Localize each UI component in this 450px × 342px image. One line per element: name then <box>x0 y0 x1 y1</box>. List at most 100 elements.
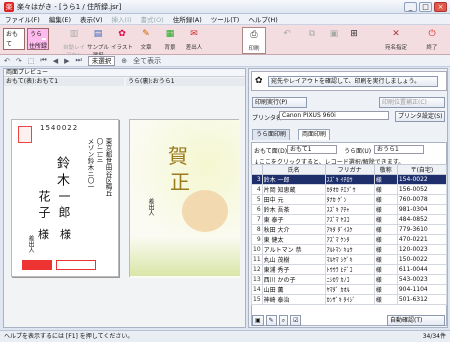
table-row[interactable]: 14 山田 薫ﾔﾏﾀﾞ ｶｵﾙ様 904-1104 <box>251 284 448 295</box>
auto-layout-tool[interactable]: ▥自動レイアウト <box>62 27 86 59</box>
undo-tool[interactable]: ↶ <box>275 27 299 54</box>
print-tool[interactable]: ⎙ 印刷 <box>242 27 266 54</box>
table-row[interactable]: 4 片岡 知恵蔵 ｶﾀｵｶ ﾁｴｿﾞｳ様 156-0052 <box>251 184 448 195</box>
sample-icon: ▤ <box>93 29 103 39</box>
front-postcard[interactable]: 1540022 東京都世田谷区梅丘 〇-二-三 メゾン鈴木ニ〇一 鈴 木 一 郎 花… <box>11 119 119 277</box>
select-icon[interactable]: ⬚ <box>28 57 35 65</box>
omote-select[interactable]: おもて1 <box>287 145 337 154</box>
show-all-label[interactable]: 全て表示 <box>133 56 161 66</box>
row-name: 神崎 泰治 <box>261 294 326 305</box>
table-row[interactable]: 13 西川 かの子 ﾆｼｶﾜ ｶﾉｺ様 543-0023 <box>251 274 448 285</box>
undo-icon[interactable]: ↶ <box>4 57 10 65</box>
row-kana: ｱｽﾞﾏ ｹﾝﾀ <box>324 234 375 245</box>
table-row[interactable]: 10 アルトマン 恭ｱﾙﾄﾏﾝ ｷｮｳ様 120-0023 <box>251 244 448 255</box>
tab-both-print[interactable]: 両面印刷 <box>298 129 331 140</box>
menu-edit[interactable]: 編集(E) <box>49 14 71 24</box>
col-header-name[interactable]: 氏名 <box>261 164 326 175</box>
background-tool[interactable]: ▦ 背景 <box>158 27 182 54</box>
paste-icon: ▣ <box>329 29 339 39</box>
address-table: 氏名 フリガナ 敬称 〒(自宅) 3 鈴木 一郎 ｽｽﾞｷ ｲﾁﾛｳ様 154-002… <box>251 164 448 305</box>
maximize-button[interactable]: □ <box>419 2 432 12</box>
record-count: 34/34件 <box>422 333 446 340</box>
last-page-icon[interactable]: ⏭ <box>75 56 81 65</box>
redo-icon[interactable]: ↷ <box>16 57 22 65</box>
col-header-zip[interactable]: 〒(自宅) <box>396 164 448 175</box>
edit-record-icon[interactable]: ✎ <box>265 315 277 326</box>
honorific-2: 様 <box>38 228 49 241</box>
menu-help[interactable]: ヘルプ(H) <box>248 14 277 24</box>
illust-tool[interactable]: ✿ イラスト <box>110 27 134 54</box>
row-honorific: 様 <box>373 174 398 185</box>
first-page-icon[interactable]: ⏮ <box>40 56 46 65</box>
select-all-icon[interactable]: ☑ <box>290 315 302 326</box>
table-row[interactable]: 8 秋田 大介 ｱｷﾀ ﾀﾞｲｽｹ様 779-3610 <box>251 224 448 235</box>
back-label: うら(裏):おうら1 <box>126 78 245 86</box>
close-button[interactable]: × <box>434 2 447 12</box>
sender-tool[interactable]: ✉ 差出人 <box>182 27 206 54</box>
search-record-icon[interactable]: ⌕ <box>278 315 289 326</box>
row-zip: 543-0023 <box>396 274 448 285</box>
printer-field[interactable]: Canon PIXUS 960i <box>279 111 389 120</box>
row-zip: 611-0044 <box>396 264 448 275</box>
table-row[interactable]: 7東 泰子 ｱｽﾞﾏ ﾔｽｺ様 484-0852 <box>251 214 448 225</box>
row-number: 4 <box>251 184 263 195</box>
menu-file[interactable]: ファイル(F) <box>5 14 40 24</box>
table-row[interactable]: 12 東浦 秀子 ﾄｳｳﾗ ﾋﾃﾞｺ様 611-0044 <box>251 264 448 275</box>
col-header-honorific[interactable]: 敬称 <box>373 164 398 175</box>
prev-page-icon[interactable]: ◀ <box>53 57 58 65</box>
table-row[interactable]: 15 神崎 泰治 ｶﾝｻﾞｷ ﾀｲｼﾞ様 501-6312 <box>251 294 448 305</box>
menu-view[interactable]: 表示(V) <box>80 14 103 24</box>
background-icon: ▦ <box>165 29 175 39</box>
table-row[interactable]: 11 丸山 茂樹 ﾏﾙﾔﾏ ｼｹﾞｷ様 150-0022 <box>251 254 448 265</box>
row-kana: ｽｽﾞｷ ｲﾁﾛｳ <box>324 174 375 185</box>
row-kana: ｽｽﾞｷ ｱﾁｬ <box>324 204 375 215</box>
row-zip: 904-1104 <box>396 284 448 295</box>
row-honorific: 様 <box>373 274 398 285</box>
col-header-kana[interactable]: フリガナ <box>324 164 375 175</box>
printer-setup-label: プリンタ設定(S) <box>398 113 443 120</box>
text-tool[interactable]: ✎ 文章 <box>134 27 158 54</box>
sample-select-tool[interactable]: ▤サンプル選択 <box>86 27 110 59</box>
print-position-button[interactable]: 印刷位置補正(C) <box>379 97 445 108</box>
menu-format[interactable]: 書式(O) <box>141 14 164 24</box>
row-zip: 981-0304 <box>396 204 448 215</box>
auto-confirm-button[interactable]: 自動確認(T) <box>387 315 445 326</box>
exit-tool[interactable]: ⏻ 終了 <box>420 27 444 54</box>
print-execute-button[interactable]: 印刷実行(P) <box>252 97 307 108</box>
print-position-label: 印刷位置補正(C) <box>382 99 427 106</box>
menu-address-book[interactable]: 住所録(A) <box>173 14 202 24</box>
table-row[interactable]: 9東 健太 ｱｽﾞﾏ ｹﾝﾀ様 470-0221 <box>251 234 448 245</box>
back-postcard[interactable]: 賀 正 差出人 <box>129 119 240 278</box>
hint-box: ✿ 宛先やレイアウトを確認して、印刷を実行しましょう。 <box>251 71 447 91</box>
table-row[interactable]: 5 田中 元ﾀﾅｶ ｹﾞﾝ様 760-0078 <box>251 194 448 205</box>
sender-label: 差出人 <box>27 235 34 253</box>
ura-label: うら <box>30 31 43 38</box>
menu-tools[interactable]: ツール(T) <box>211 14 240 24</box>
table-row[interactable]: 3 鈴木 一郎 ｽｽﾞｷ ｲﾁﾛｳ様 154-0022 <box>251 174 448 185</box>
back-sender-label: 差出人 <box>147 198 154 216</box>
row-zip: 154-0022 <box>396 174 448 185</box>
omote-button[interactable]: おもて <box>3 28 25 50</box>
grid-tool[interactable]: ⊞ <box>342 27 366 54</box>
zoom-icon[interactable]: ⊕ <box>121 57 127 65</box>
row-zip: 120-0023 <box>396 244 448 255</box>
col-header-no[interactable] <box>251 164 263 175</box>
row-zip: 779-3610 <box>396 224 448 235</box>
row-kana: ｶﾀｵｶ ﾁｴｿﾞｳ <box>324 184 375 195</box>
table-row[interactable]: 6 鈴木 吾茶 ｽｽﾞｷ ｱﾁｬ様 981-0304 <box>251 204 448 215</box>
printer-setup-button[interactable]: プリンタ設定(S) <box>395 111 445 122</box>
address-line-2: 〇-二-三 <box>95 138 103 163</box>
ura-select[interactable]: おうら1 <box>374 145 424 154</box>
row-number: 15 <box>251 294 263 305</box>
next-page-icon[interactable]: ▶ <box>64 57 69 65</box>
add-record-icon[interactable]: ▣ <box>252 315 264 326</box>
tab-ura-print[interactable]: うら面印刷 <box>252 129 291 140</box>
row-zip: 156-0052 <box>396 184 448 195</box>
address-spec-tool[interactable]: ✕ 宛名指定 <box>384 27 408 54</box>
minimize-button[interactable]: _ <box>404 2 417 12</box>
status-help-text: ヘルプを表示するには [F1] を押してください。 <box>4 333 134 340</box>
copy-tool[interactable]: ⧉ <box>300 27 324 54</box>
status-bar: ヘルプを表示するには [F1] を押してください。 34/34件 <box>0 330 450 342</box>
row-honorific: 様 <box>373 194 398 205</box>
menu-insert[interactable]: 挿入(I) <box>112 14 132 24</box>
